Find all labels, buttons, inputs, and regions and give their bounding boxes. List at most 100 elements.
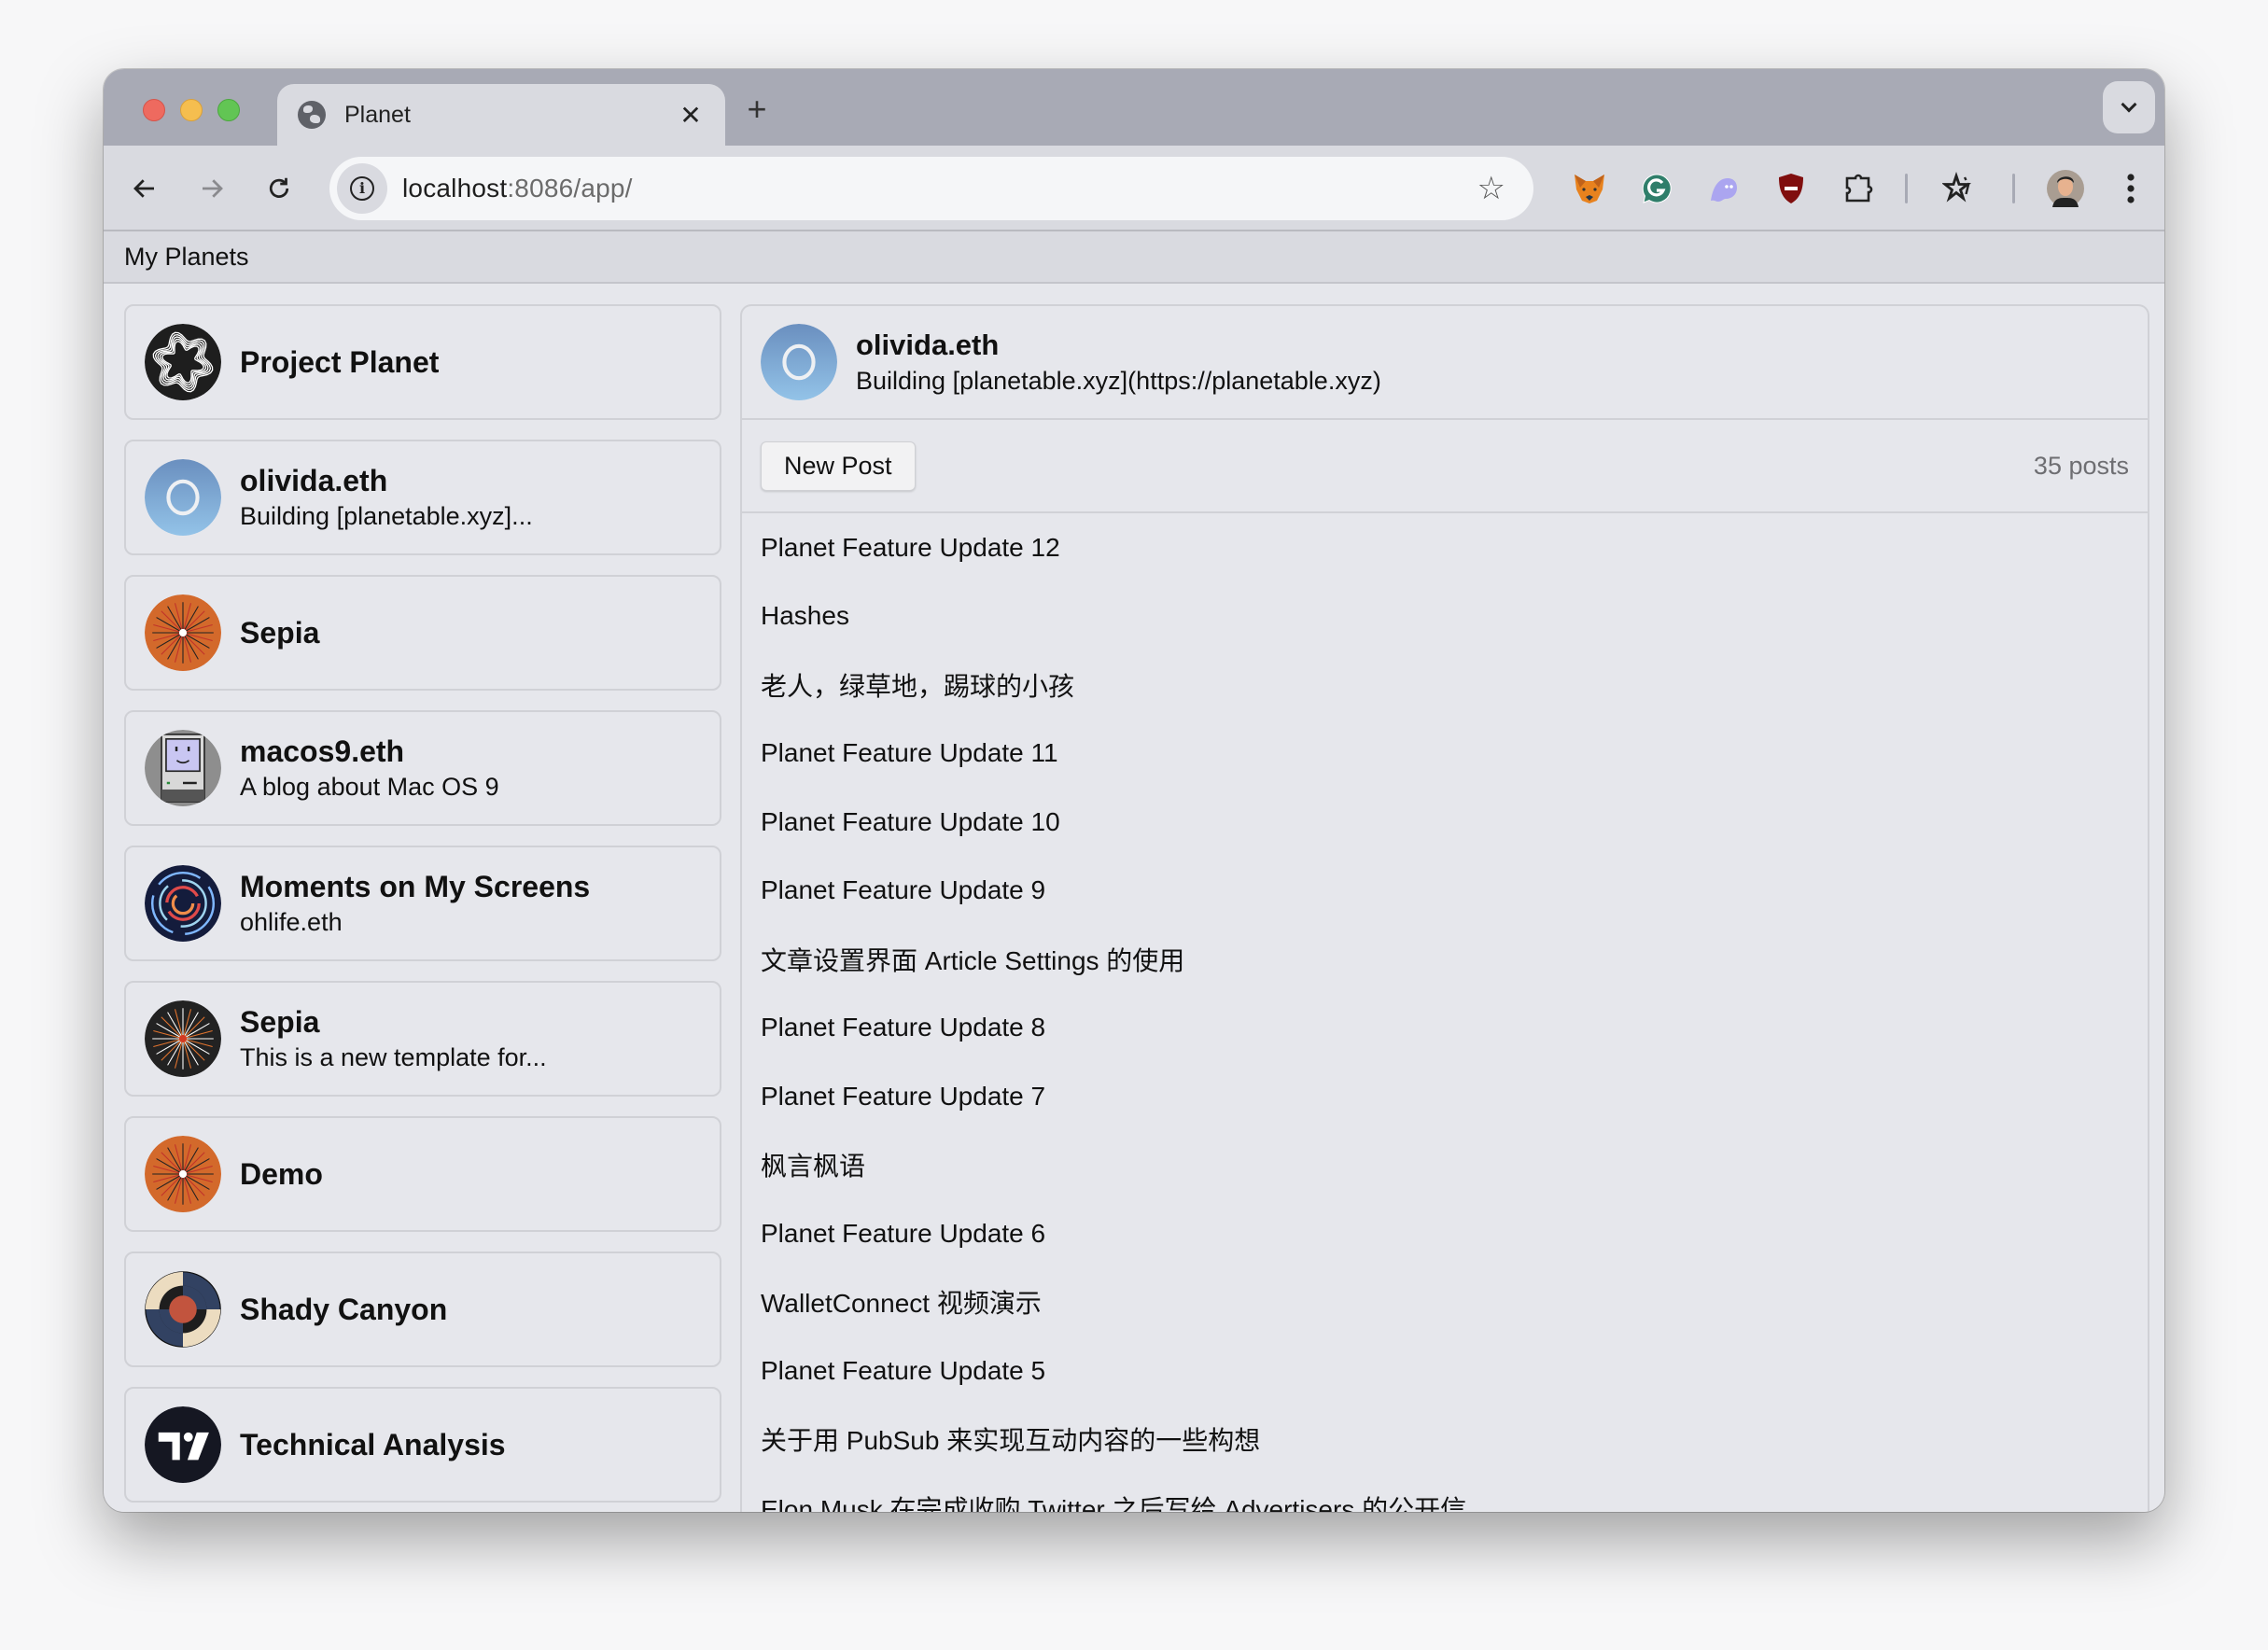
planet-card[interactable]: Shady Canyon (124, 1251, 721, 1367)
profile-avatar[interactable] (2047, 170, 2084, 207)
reload-button[interactable] (260, 170, 298, 207)
post-list-item[interactable]: Planet Feature Update 11 (761, 720, 2129, 789)
forward-button[interactable] (193, 170, 231, 207)
post-list-item[interactable]: Planet Feature Update 9 (761, 857, 2129, 926)
planet-card-subtitle: Building [planetable.xyz]... (240, 502, 533, 530)
planet-avatar (145, 594, 221, 671)
planet-card-text: Technical Analysis (240, 1426, 506, 1463)
planet-avatar (145, 1000, 221, 1077)
planet-card-name: Technical Analysis (240, 1428, 506, 1461)
post-list-item[interactable]: WalletConnect 视频演示 (761, 1268, 2129, 1337)
planet-card-subtitle: ohlife.eth (240, 908, 343, 936)
address-bar[interactable]: i localhost:8086/app/ ☆ (329, 157, 1533, 220)
app-title: My Planets (124, 242, 249, 271)
planet-card-name: Project Planet (240, 345, 440, 379)
planet-card-text: Project Planet (240, 343, 439, 381)
more-menu-button[interactable] (2112, 170, 2149, 207)
phantom-ghost-icon[interactable] (1705, 170, 1743, 207)
planet-card-subtitle: A blog about Mac OS 9 (240, 773, 499, 801)
bookmark-star-icon[interactable]: ☆ (1477, 170, 1505, 207)
planet-avatar (145, 324, 221, 400)
browser-window: Planet ✕ + i localhost:8086/app/ ☆ My Pl… (104, 69, 2164, 1512)
planet-detail: olivida.eth Building [planetable.xyz](ht… (740, 304, 2149, 1512)
planet-card[interactable]: olivida.eth Building [planetable.xyz]... (124, 440, 721, 555)
planet-avatar (761, 324, 837, 400)
planet-avatar (145, 1406, 221, 1483)
post-list-item[interactable]: 文章设置界面 Article Settings 的使用 (761, 925, 2129, 994)
planet-avatar (145, 1271, 221, 1348)
globe-icon (298, 101, 326, 129)
url-text[interactable]: localhost:8086/app/ (402, 174, 1477, 203)
post-list-item[interactable]: Planet Feature Update 6 (761, 1199, 2129, 1268)
reload-icon (269, 177, 289, 198)
planet-card-name: Demo (240, 1157, 323, 1191)
site-info-button[interactable]: i (337, 163, 387, 214)
planet-card[interactable]: Technical Analysis (124, 1387, 721, 1503)
post-list-item[interactable]: Elon Musk 在完成收购 Twitter 之后写给 Advertisers… (761, 1474, 2129, 1512)
chevron-down-icon (2121, 96, 2137, 113)
planet-description: Building [planetable.xyz](https://planet… (856, 367, 1381, 395)
toolbar-separator (2012, 174, 2015, 203)
planet-card-name: Moments on My Screens (240, 870, 591, 903)
back-button[interactable] (126, 170, 163, 207)
post-list-item[interactable]: Planet Feature Update 7 (761, 1062, 2129, 1131)
planet-card-name: macos9.eth (240, 734, 405, 768)
planet-card-text: olivida.eth Building [planetable.xyz]... (240, 462, 533, 533)
tab-search-button[interactable] (2103, 81, 2155, 133)
post-count: 35 posts (2033, 451, 2129, 480)
tab-strip: Planet ✕ + (104, 69, 2164, 146)
planet-card[interactable]: Moments on My Screens ohlife.eth (124, 846, 721, 961)
planet-card[interactable]: Sepia (124, 575, 721, 691)
post-list-item[interactable]: 关于用 PubSub 来实现互动内容的一些构想 (761, 1405, 2129, 1475)
url-path: :8086/app/ (507, 174, 633, 203)
post-list-item[interactable]: Planet Feature Update 10 (761, 788, 2129, 857)
bookmarks-star-icon[interactable] (1940, 170, 1978, 207)
app-header: My Planets (104, 231, 2164, 284)
planet-avatar (145, 865, 221, 942)
planet-detail-header: olivida.eth Building [planetable.xyz](ht… (742, 306, 2148, 420)
planet-name: olivida.eth (856, 329, 1000, 361)
toolbar-separator (1905, 174, 1908, 203)
kebab-menu-icon (2127, 174, 2135, 203)
browser-toolbar: i localhost:8086/app/ ☆ (104, 146, 2164, 231)
planet-card-text: Moments on My Screens ohlife.eth (240, 868, 590, 939)
metamask-fox-icon[interactable] (1571, 170, 1608, 207)
planet-card[interactable]: Sepia This is a new template for... (124, 981, 721, 1097)
post-list-item[interactable]: 老人，绿草地，踢球的小孩 (761, 650, 2129, 720)
close-window-button[interactable] (143, 99, 165, 121)
info-icon: i (350, 176, 374, 201)
grammarly-icon[interactable] (1638, 170, 1675, 207)
ublock-shield-icon[interactable] (1772, 170, 1810, 207)
extensions-puzzle-icon[interactable] (1840, 170, 1877, 207)
planet-avatar (145, 459, 221, 536)
tab-planet[interactable]: Planet ✕ (277, 84, 725, 146)
post-list-item[interactable]: 枫言枫语 (761, 1131, 2129, 1200)
planet-card-name: Sepia (240, 616, 320, 650)
url-host: localhost (402, 174, 508, 203)
planet-card-name: olivida.eth (240, 464, 388, 497)
planet-card-text: Demo (240, 1155, 323, 1193)
post-list-item[interactable]: Planet Feature Update 8 (761, 994, 2129, 1063)
new-tab-button[interactable]: + (738, 90, 776, 129)
planet-card-text: macos9.eth A blog about Mac OS 9 (240, 733, 499, 804)
planet-card-name: Shady Canyon (240, 1293, 448, 1326)
planet-card[interactable]: Project Planet (124, 304, 721, 420)
post-list-item[interactable]: Planet Feature Update 5 (761, 1336, 2129, 1405)
planet-card-name: Sepia (240, 1005, 320, 1039)
app-content: Project Planet olivida.eth Building [plane… (104, 284, 2164, 1512)
planet-card[interactable]: Demo (124, 1116, 721, 1232)
planet-card[interactable]: macos9.eth A blog about Mac OS 9 (124, 710, 721, 826)
minimize-window-button[interactable] (180, 99, 203, 121)
tab-title: Planet (344, 101, 411, 128)
close-tab-icon[interactable]: ✕ (677, 100, 705, 131)
post-list: Planet Feature Update 12 Hashes 老人，绿草地，踢球的… (742, 513, 2148, 1512)
post-list-item[interactable]: Hashes (761, 582, 2129, 651)
post-list-item[interactable]: Planet Feature Update 12 (761, 513, 2129, 582)
forward-arrow-icon (203, 179, 223, 198)
planet-card-text: Shady Canyon (240, 1291, 447, 1328)
planet-list: Project Planet olivida.eth Building [plane… (124, 304, 721, 1512)
planet-card-subtitle: This is a new template for... (240, 1043, 547, 1071)
planet-card-text: Sepia (240, 614, 319, 651)
maximize-window-button[interactable] (217, 99, 240, 121)
new-post-button[interactable]: New Post (761, 440, 916, 491)
